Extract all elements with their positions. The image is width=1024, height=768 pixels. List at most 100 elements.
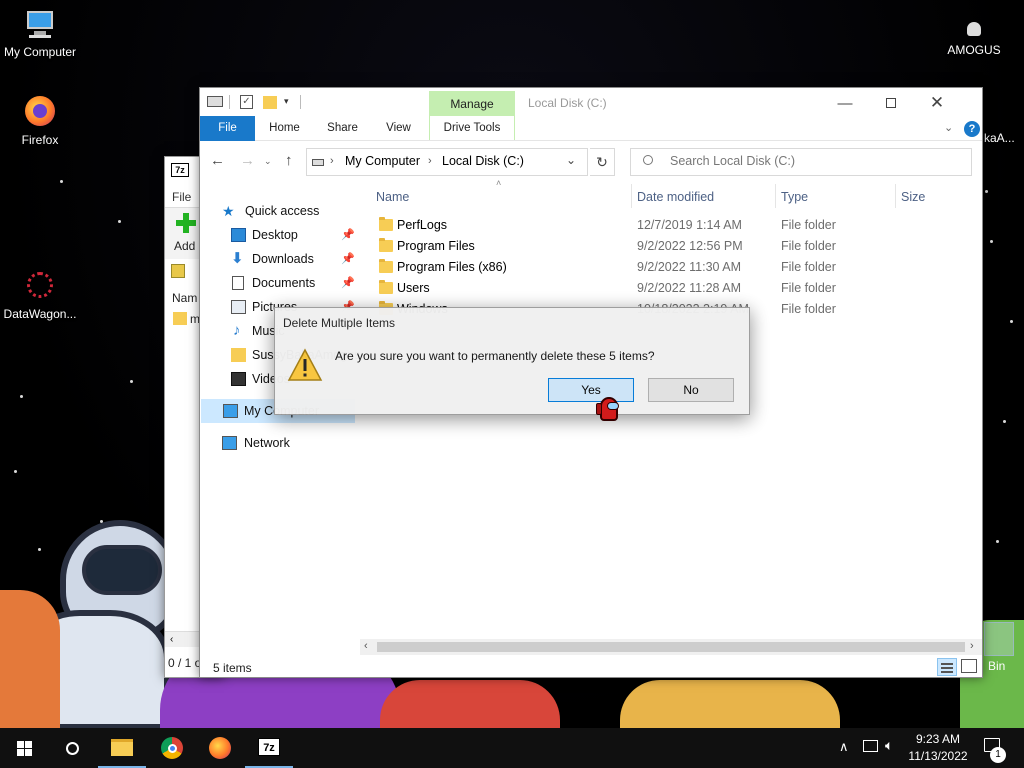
pin-icon: 📌: [341, 277, 355, 289]
nav-item-downloads[interactable]: ⬇ Downloads 📌: [231, 247, 355, 271]
plus-icon[interactable]: [176, 213, 196, 233]
table-row[interactable]: Program Files 9/2/2022 12:56 PM File fol…: [375, 236, 975, 257]
sevenzip-column-name[interactable]: Nam: [172, 291, 197, 305]
maximize-button[interactable]: [868, 88, 914, 118]
folder-icon: [379, 259, 393, 273]
chevron-down-icon[interactable]: ⌄: [944, 121, 953, 134]
network-icon[interactable]: [863, 740, 878, 752]
large-icons-view-button[interactable]: [961, 659, 977, 673]
delete-confirm-dialog[interactable]: Delete Multiple Items Are you sure you w…: [274, 307, 750, 415]
search-button[interactable]: [48, 728, 96, 768]
no-button[interactable]: No: [648, 378, 734, 402]
file-date: 9/2/2022 11:30 AM: [637, 260, 742, 274]
file-type: File folder: [781, 260, 836, 274]
tab-home[interactable]: Home: [262, 116, 307, 140]
details-view-button[interactable]: [937, 658, 957, 676]
column-header-name[interactable]: Name: [376, 190, 409, 204]
breadcrumb-my-computer[interactable]: My Computer: [345, 154, 420, 168]
desktop-icon-my-computer[interactable]: My Computer: [0, 8, 80, 59]
desktop-icon-label: AMOGUS: [947, 43, 1001, 57]
tab-view[interactable]: View: [376, 116, 421, 140]
file-name: Program Files (x86): [397, 260, 507, 274]
volume-icon[interactable]: 🔈︎: [885, 737, 893, 754]
refresh-button[interactable]: ↻: [590, 148, 615, 176]
nav-item-documents[interactable]: Documents 📌: [231, 271, 355, 295]
window-title: Local Disk (C:): [528, 96, 607, 110]
recent-locations-icon[interactable]: ⌄: [264, 156, 272, 167]
folder-icon: [379, 217, 393, 231]
table-row[interactable]: Users 9/2/2022 11:28 AM File folder: [375, 278, 975, 299]
file-type: File folder: [781, 281, 836, 295]
taskbar-chrome[interactable]: [148, 728, 196, 768]
desktop-icon-datawagon[interactable]: DataWagon...: [0, 270, 80, 321]
up-button[interactable]: ↑: [285, 152, 293, 169]
manage-label[interactable]: Manage: [429, 97, 515, 111]
desktop-icon-firefox[interactable]: Firefox: [0, 96, 80, 147]
clock-time[interactable]: 9:23 AM: [906, 732, 970, 746]
warning-icon: [287, 348, 323, 382]
back-button[interactable]: ←: [210, 152, 225, 169]
forward-button[interactable]: →: [240, 152, 255, 169]
help-icon[interactable]: ?: [964, 121, 980, 137]
pin-icon: 📌: [341, 229, 355, 241]
scroll-right-icon[interactable]: ›: [970, 640, 974, 652]
horizontal-scrollbar[interactable]: ‹ ›: [360, 639, 982, 655]
7zip-icon: 7z: [258, 738, 280, 756]
documents-icon: [232, 276, 244, 290]
close-button[interactable]: ✕: [914, 88, 960, 118]
up-folder-icon[interactable]: [171, 264, 185, 278]
datawagon-icon: [23, 270, 57, 304]
sort-indicator-icon: ˄: [496, 178, 502, 188]
search-icon: [643, 155, 653, 165]
nav-item-quick-access[interactable]: ★ Quick access: [222, 199, 357, 223]
network-icon: [222, 436, 237, 450]
search-input[interactable]: Search Local Disk (C:): [670, 154, 795, 168]
film-icon: [231, 372, 246, 386]
folder-icon: [379, 238, 393, 252]
clock-date[interactable]: 11/13/2022: [906, 749, 970, 763]
scroll-left-icon[interactable]: ‹: [364, 640, 368, 652]
breadcrumb-chevron-icon: ›: [428, 155, 432, 167]
orange-shape: [0, 590, 60, 728]
new-folder-icon[interactable]: [263, 96, 277, 109]
show-hidden-icons[interactable]: ∧: [839, 739, 849, 755]
tab-drive-tools[interactable]: Drive Tools: [429, 116, 515, 140]
start-button[interactable]: [0, 728, 48, 768]
status-item-count: 5 items: [213, 661, 252, 675]
column-header-type[interactable]: Type: [781, 190, 808, 204]
taskbar-firefox[interactable]: [196, 728, 244, 768]
tab-file[interactable]: File: [200, 116, 255, 141]
minimize-button[interactable]: —: [822, 88, 868, 118]
taskbar-file-explorer[interactable]: [98, 728, 146, 768]
table-row[interactable]: PerfLogs 12/7/2019 1:14 AM File folder: [375, 215, 975, 236]
column-divider: [631, 184, 632, 208]
breadcrumb-local-disk[interactable]: Local Disk (C:): [442, 154, 524, 168]
drive-icon: [207, 96, 223, 107]
recycle-bin-label: Bin: [988, 659, 1006, 673]
star-icon: ★: [222, 203, 235, 219]
search-icon: [65, 741, 79, 755]
taskbar-7zip[interactable]: 7z: [245, 728, 293, 768]
nav-item-network[interactable]: Network: [222, 431, 355, 455]
sevenzip-add-label[interactable]: Add: [174, 239, 195, 253]
column-header-size[interactable]: Size: [901, 190, 925, 204]
nav-item-desktop[interactable]: Desktop 📌: [231, 223, 355, 247]
tab-share[interactable]: Share: [320, 116, 365, 140]
file-type: File folder: [781, 218, 836, 232]
qat-dropdown-icon[interactable]: ▾: [284, 96, 289, 107]
sevenzip-menu-file[interactable]: File: [172, 190, 191, 204]
desktop-icon: [231, 228, 246, 242]
recycle-bin-icon[interactable]: [984, 622, 1014, 656]
address-dropdown-icon[interactable]: ⌄: [566, 153, 576, 167]
file-name: Program Files: [397, 239, 475, 253]
scrollbar-thumb[interactable]: [377, 642, 965, 652]
pictures-icon: [231, 300, 246, 314]
music-note-icon: ♪: [233, 322, 241, 339]
column-divider: [895, 184, 896, 208]
desktop-icon-amogus[interactable]: AMOGUS: [934, 18, 1014, 57]
table-row[interactable]: Program Files (x86) 9/2/2022 11:30 AM Fi…: [375, 257, 975, 278]
column-header-date[interactable]: Date modified: [637, 190, 714, 204]
notification-count-badge: 1: [990, 747, 1006, 763]
breadcrumb-chevron-icon: ›: [330, 155, 334, 167]
properties-icon[interactable]: ✓: [240, 95, 253, 109]
